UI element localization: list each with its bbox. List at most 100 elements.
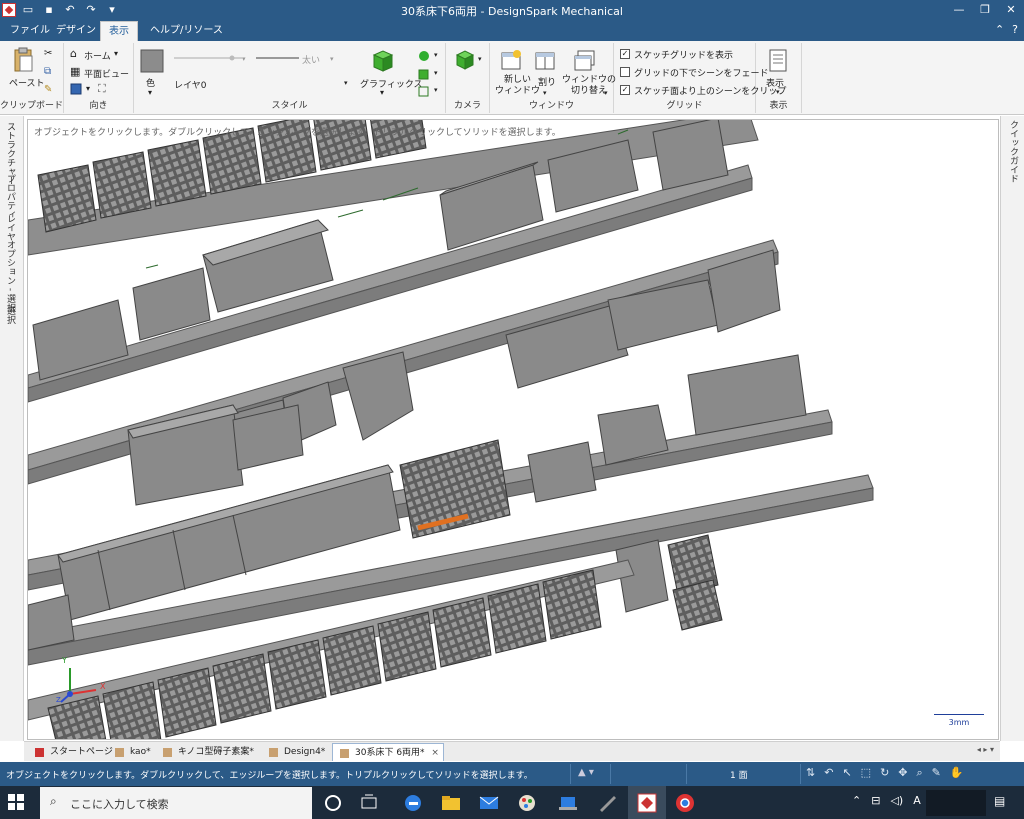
small-cube-dropdown-icon[interactable]: ▾ bbox=[434, 69, 438, 77]
home-icon[interactable]: ⌂ bbox=[70, 47, 77, 60]
camera-group: ▾ カメラ bbox=[446, 43, 490, 113]
3d-viewport[interactable]: オブジェクトをクリックします。ダブルクリックして、エッジループを選択します。トリ… bbox=[27, 119, 999, 740]
tray-overflow-icon[interactable]: ⌃ bbox=[852, 794, 861, 807]
graphics-button[interactable]: グラフィックス bbox=[360, 77, 423, 90]
hand-icon[interactable]: ✋ bbox=[950, 766, 964, 780]
show-sketch-grid-label[interactable]: スケッチグリッドを表示 bbox=[634, 48, 733, 61]
cut-icon[interactable]: ✂ bbox=[44, 48, 52, 59]
tab-scroll-arrows[interactable]: ◂ ▸ ▾ bbox=[977, 745, 994, 754]
small-cube-icon[interactable] bbox=[418, 68, 430, 80]
color-swatch-icon[interactable] bbox=[140, 49, 164, 73]
fade-scene-label[interactable]: グリッドの下でシーンをフェード bbox=[634, 66, 769, 79]
camera-dropdown-icon[interactable]: ▾ bbox=[478, 55, 482, 63]
graphics-dropdown-icon[interactable]: ▾ bbox=[380, 88, 384, 97]
display-dropdown-icon[interactable]: ▾ bbox=[776, 88, 780, 96]
clip-scene-checkbox[interactable]: ✓ bbox=[620, 85, 630, 95]
paint-icon[interactable] bbox=[516, 792, 538, 814]
collapse-ribbon-icon[interactable]: ⌃ bbox=[995, 23, 1004, 36]
home-view-button[interactable]: ホーム bbox=[84, 49, 111, 62]
mail-icon[interactable] bbox=[478, 792, 500, 814]
camera-cube-icon[interactable] bbox=[454, 49, 476, 71]
doc-tab-kao[interactable]: kao* bbox=[108, 743, 155, 761]
home-dropdown-icon[interactable]: ▾ bbox=[114, 49, 118, 58]
zoom-icon[interactable]: ⌕ bbox=[917, 766, 923, 780]
undo-selection-icon[interactable]: ↶ bbox=[824, 766, 833, 780]
tab-selection[interactable]: 選択 bbox=[4, 306, 17, 324]
volume-icon[interactable]: ◁) bbox=[890, 794, 903, 807]
doc-tab-design4[interactable]: Design4* bbox=[262, 743, 329, 761]
taskbar-search-box[interactable]: ⌕ ここに入力して検索 bbox=[40, 787, 312, 819]
wire-cube-icon[interactable] bbox=[418, 85, 430, 97]
file-explorer-icon[interactable] bbox=[440, 792, 462, 814]
underfloor-rail-1[interactable] bbox=[28, 120, 759, 256]
line-weight-dropdown-icon[interactable]: ▾ bbox=[330, 55, 334, 63]
ime-indicator[interactable]: A bbox=[913, 794, 921, 807]
spin-icon[interactable]: ↻ bbox=[880, 766, 889, 780]
clock-area[interactable] bbox=[926, 790, 986, 816]
layer-dropdown-icon[interactable]: ▾ bbox=[344, 79, 348, 87]
restore-button[interactable]: ❐ bbox=[972, 0, 998, 19]
network-icon[interactable]: ⊟ bbox=[871, 794, 880, 807]
line-style-selector[interactable] bbox=[172, 53, 247, 63]
minimize-button[interactable]: — bbox=[946, 0, 972, 19]
plane-view-button[interactable]: 平面ビュー bbox=[84, 67, 129, 80]
close-tab-icon[interactable]: × bbox=[431, 748, 439, 758]
select-arrow-icon[interactable]: ↖ bbox=[842, 766, 851, 780]
fade-scene-checkbox[interactable] bbox=[620, 67, 630, 77]
doc-tab-kinoko[interactable]: キノコ型碍子素案* bbox=[156, 743, 258, 761]
pan-icon[interactable]: ✥ bbox=[898, 766, 907, 780]
view-dropdown-icon[interactable]: ▾ bbox=[86, 84, 90, 93]
split-dropdown-icon[interactable]: ▾ bbox=[543, 89, 547, 97]
copy-icon[interactable]: ⧉ bbox=[44, 66, 51, 77]
tool-app-icon[interactable] bbox=[596, 792, 618, 814]
paste-icon[interactable] bbox=[12, 47, 34, 73]
model-scene[interactable] bbox=[28, 120, 999, 740]
new-window-icon[interactable] bbox=[500, 49, 522, 71]
task-view-icon[interactable] bbox=[358, 792, 380, 814]
doc-tab-start-page[interactable]: スタートページ bbox=[28, 743, 117, 761]
tab-properties[interactable]: プロパティ bbox=[4, 174, 17, 219]
zoom-extents-icon[interactable]: ⛶ bbox=[98, 82, 106, 96]
line-weight-selector[interactable] bbox=[254, 53, 302, 63]
selection-filter-icon[interactable]: ▲ ▾ bbox=[578, 767, 594, 778]
windows-start-icon[interactable] bbox=[8, 794, 24, 810]
line-style-dropdown-icon[interactable]: ▾ bbox=[242, 55, 246, 63]
layer-selector[interactable]: レイヤ0 bbox=[174, 78, 206, 91]
tab-quick-guide[interactable]: クイックガイド bbox=[1007, 120, 1020, 183]
rotate-icon[interactable]: ⇅ bbox=[806, 766, 815, 780]
line-weight-label[interactable]: 太い bbox=[302, 53, 320, 66]
edge-browser-icon[interactable] bbox=[402, 792, 424, 814]
tab-view[interactable]: 表示 bbox=[100, 21, 138, 41]
help-icon[interactable]: ? bbox=[1012, 23, 1018, 36]
new-window-button[interactable]: 新しい ウィンドウ bbox=[495, 75, 540, 97]
chrome-icon[interactable] bbox=[674, 792, 696, 814]
cortana-icon[interactable] bbox=[322, 792, 344, 814]
tab-design[interactable]: デザイン bbox=[48, 21, 104, 41]
plane-view-icon[interactable]: ▦ bbox=[70, 65, 80, 78]
switch-window-icon[interactable] bbox=[574, 49, 596, 71]
display-button[interactable]: 表示 bbox=[766, 76, 784, 89]
close-button[interactable]: ✕ bbox=[998, 0, 1024, 19]
sphere-dropdown-icon[interactable]: ▾ bbox=[434, 51, 438, 59]
format-painter-icon[interactable]: ✎ bbox=[44, 84, 52, 95]
doc-tab-30kei[interactable]: 30系床下 6両用* × bbox=[332, 743, 444, 761]
tab-options-select[interactable]: オプション - 選択 bbox=[4, 240, 17, 312]
wire-cube-dropdown-icon[interactable]: ▾ bbox=[434, 86, 438, 94]
split-window-button[interactable]: 割り bbox=[538, 75, 556, 88]
color-dropdown-icon[interactable]: ▾ bbox=[148, 88, 152, 97]
green-sphere-icon[interactable] bbox=[418, 50, 430, 62]
designspark-taskbar-button[interactable] bbox=[628, 786, 666, 819]
display-document-icon[interactable] bbox=[768, 49, 788, 73]
show-sketch-grid-checkbox[interactable]: ✓ bbox=[620, 49, 630, 59]
view-cube-icon[interactable] bbox=[70, 83, 82, 95]
pencil-icon[interactable]: ✎ bbox=[932, 766, 941, 780]
devices-app-icon[interactable] bbox=[558, 792, 580, 814]
tab-layers[interactable]: レイヤ bbox=[4, 214, 17, 241]
switch-window-dropdown-icon[interactable]: ▾ bbox=[604, 89, 608, 97]
tab-help-resources[interactable]: ヘルプ/リソース bbox=[142, 21, 231, 41]
notification-center-icon[interactable]: ▤ bbox=[994, 794, 1005, 808]
box-select-icon[interactable]: ⬚ bbox=[861, 766, 871, 780]
graphics-cube-icon[interactable] bbox=[370, 49, 396, 73]
paste-button-label[interactable]: ペースト bbox=[9, 76, 45, 89]
split-window-icon[interactable] bbox=[534, 49, 556, 71]
